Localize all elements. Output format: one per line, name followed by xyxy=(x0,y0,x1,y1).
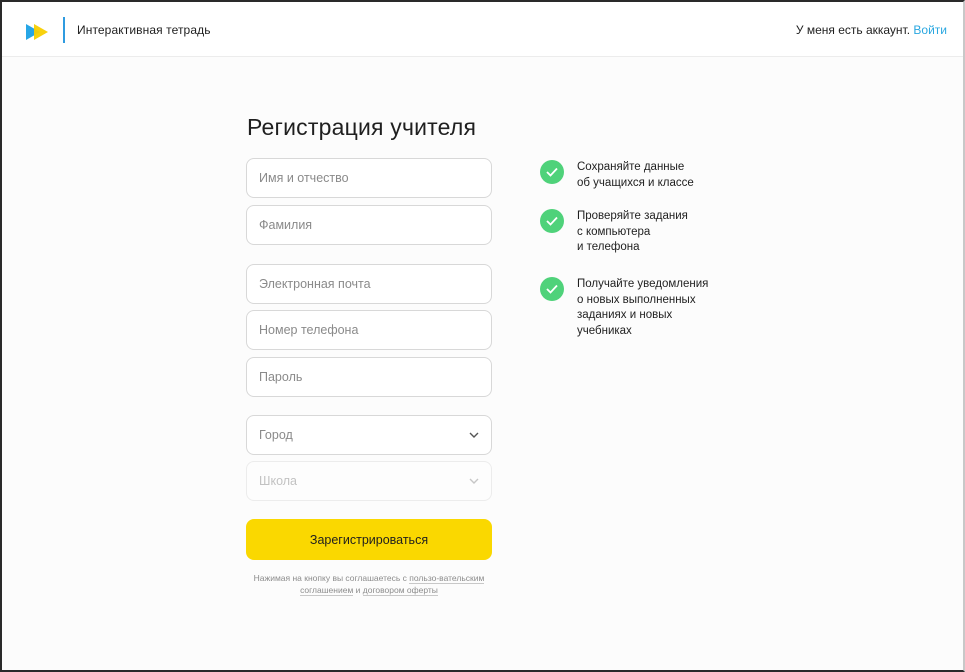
page-title: Регистрация учителя xyxy=(247,114,477,140)
city-select-value: Город xyxy=(259,428,293,442)
account-prompt: У меня есть аккаунт. Войти xyxy=(796,23,947,37)
terms-note: Нажимая на кнопку вы соглашаетесь с поль… xyxy=(246,572,492,596)
benefit-text: Получайте уведомления о новых выполненны… xyxy=(577,278,709,337)
benefit-text: Сохраняйте данные об учащихся и классе xyxy=(577,161,694,189)
email-input[interactable] xyxy=(247,265,491,303)
benefit-text: Проверяйте задания с компьютера и телефо… xyxy=(577,210,688,253)
terms-prefix: Нажимая на кнопку вы соглашаетесь с xyxy=(253,573,410,583)
chevron-down-icon xyxy=(469,478,479,484)
phone-input[interactable] xyxy=(247,311,491,349)
check-circle-icon xyxy=(540,277,564,301)
logo-divider xyxy=(63,17,65,43)
city-select[interactable]: Город xyxy=(246,415,492,455)
offer-link[interactable]: договором оферты xyxy=(362,585,438,596)
app-title: Интерактивная тетрадь xyxy=(77,23,211,37)
password-input[interactable] xyxy=(247,358,491,396)
password-field[interactable] xyxy=(246,357,492,397)
school-select-value: Школа xyxy=(259,474,297,488)
chevron-down-icon xyxy=(469,432,479,438)
login-link[interactable]: Войти xyxy=(913,23,947,37)
first-name-field[interactable] xyxy=(246,158,492,198)
top-header: Интерактивная тетрадь У меня есть аккаун… xyxy=(2,2,963,57)
last-name-input[interactable] xyxy=(247,206,491,244)
check-circle-icon xyxy=(540,209,564,233)
check-circle-icon xyxy=(540,160,564,184)
terms-and: и xyxy=(353,585,363,595)
email-field[interactable] xyxy=(246,264,492,304)
register-button[interactable]: Зарегистрироваться xyxy=(246,519,492,560)
school-select[interactable]: Школа xyxy=(246,461,492,501)
first-name-input[interactable] xyxy=(247,159,491,197)
phone-field[interactable] xyxy=(246,310,492,350)
account-text: У меня есть аккаунт. xyxy=(795,23,911,37)
last-name-field[interactable] xyxy=(246,205,492,245)
play-logo-icon[interactable] xyxy=(26,22,50,42)
